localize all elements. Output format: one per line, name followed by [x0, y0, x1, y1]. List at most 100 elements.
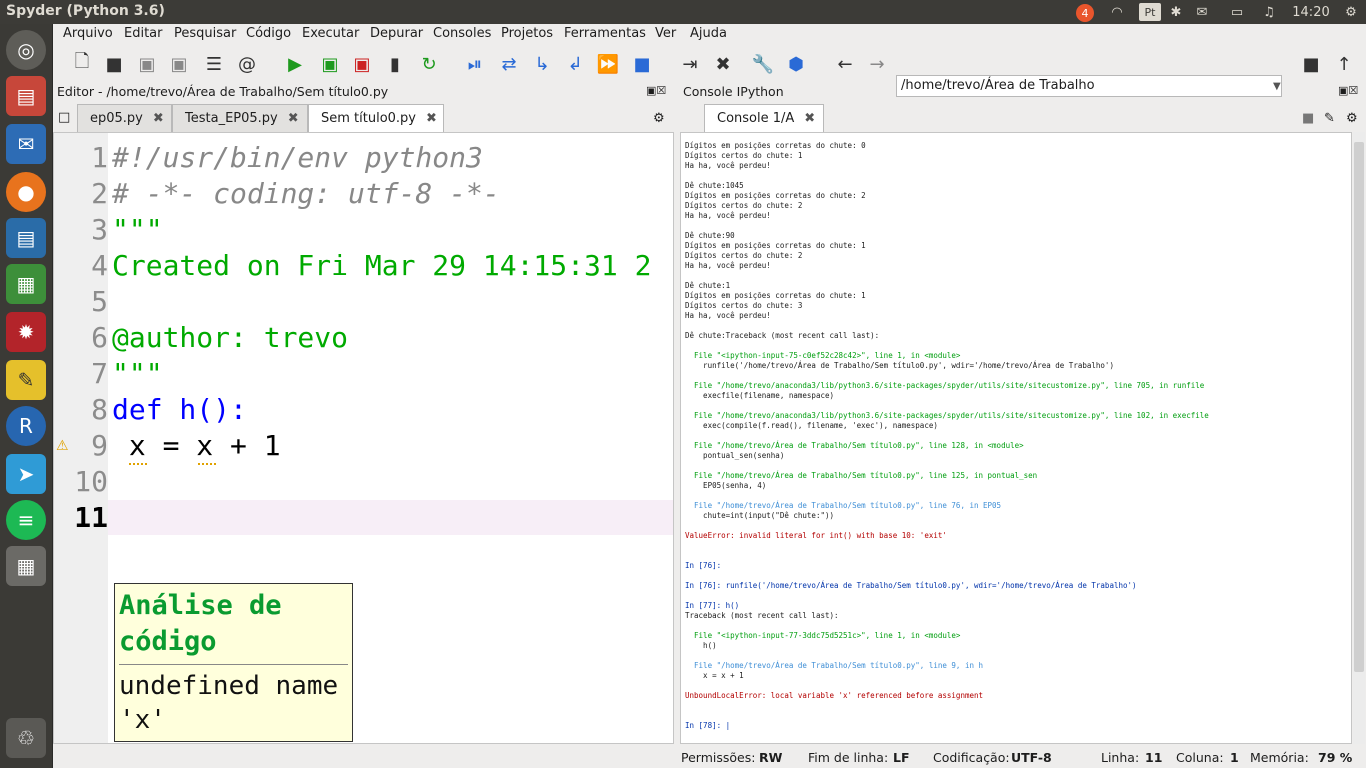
menu-pesquisar[interactable]: Pesquisar [174, 26, 236, 41]
python-path-icon[interactable]: ⬢ [784, 52, 808, 76]
notification-badge[interactable]: 4 [1076, 4, 1094, 22]
console-scrollbar[interactable] [1353, 132, 1365, 744]
console-line: Ha ha, você perdeu! [685, 311, 771, 320]
browse-folder-icon[interactable]: ■ [1299, 52, 1323, 76]
stop-icon[interactable]: ■ [630, 52, 654, 76]
working-directory-input[interactable]: /home/trevo/Área de Trabalho [896, 75, 1282, 97]
mail-icon[interactable]: ✉ [1192, 2, 1212, 22]
gear-icon[interactable]: ⚙ [1342, 2, 1360, 22]
bluetooth-icon[interactable]: ✱ [1168, 2, 1184, 22]
menu-ver[interactable]: Ver [655, 26, 676, 41]
clear-console-icon[interactable]: ✎ [1322, 104, 1340, 132]
spyder-icon[interactable]: ✹ [6, 312, 46, 352]
menu-arquivo[interactable]: Arquivo [63, 26, 113, 41]
console-line: File "/home/trevo/Área de Trabalho/Sem t… [685, 471, 1038, 480]
tab-sem-titulo0[interactable]: Sem título0.py ✖ [308, 104, 444, 133]
memory-label: Memória: [1250, 750, 1309, 765]
tab-console-1a[interactable]: Console 1/A ✖ [704, 104, 824, 133]
clock[interactable]: 14:20 [1290, 2, 1332, 22]
window-title: Spyder (Python 3.6) [6, 3, 165, 19]
thunderbird-icon[interactable]: ✉ [6, 124, 46, 164]
close-icon[interactable]: ✖ [426, 111, 437, 126]
continue-icon[interactable]: ⏩ [596, 52, 620, 76]
telegram-icon[interactable]: ➤ [6, 454, 46, 494]
folder-icon[interactable]: □ [55, 104, 77, 132]
close-icon[interactable]: ✖ [153, 111, 164, 126]
editor-tabs: □ ep05.py ✖ Testa_EP05.py ✖ Sem título0.py… [53, 104, 674, 133]
interrupt-kernel-icon[interactable]: ■ [1300, 104, 1318, 132]
code-line-8: def h(): [112, 393, 247, 426]
menu-executar[interactable]: Executar [302, 26, 359, 41]
open-file-icon[interactable]: ■ [102, 52, 126, 76]
close-icon[interactable]: ✖ [288, 111, 299, 126]
menu-editar[interactable]: Editar [124, 26, 163, 41]
close-icon[interactable]: ✖ [804, 111, 815, 126]
encoding-label: Codificação: [933, 750, 1010, 765]
ipython-console[interactable]: Dígitos em posições corretas do chute: 0… [680, 132, 1352, 744]
maximize-pane-icon[interactable]: ⇥ [678, 52, 702, 76]
parent-dir-icon[interactable]: ↑ [1332, 52, 1356, 76]
files-icon[interactable]: ▤ [6, 76, 46, 116]
console-line: File "/home/trevo/anaconda3/lib/python3.… [685, 381, 1205, 390]
run-cell-icon[interactable]: ▣ [318, 52, 342, 76]
scrollbar-thumb[interactable] [1354, 142, 1364, 672]
forward-arrow-icon[interactable]: → [865, 52, 889, 76]
menu-projetos[interactable]: Projetos [501, 26, 553, 41]
run-icon[interactable]: ▶ [283, 52, 307, 76]
menu-consoles[interactable]: Consoles [433, 26, 491, 41]
console-line: Dígitos certos do chute: 3 [685, 301, 803, 310]
new-file-icon[interactable]: 🗋 [70, 51, 94, 76]
calc-icon[interactable]: ▦ [6, 264, 46, 304]
wifi-icon[interactable]: ◠ [1107, 2, 1127, 22]
at-icon[interactable]: @ [235, 52, 259, 76]
perm-label: Permissões: [681, 750, 756, 765]
spotify-icon[interactable]: ≡ [6, 500, 46, 540]
preferences-icon[interactable]: 🔧 [751, 52, 775, 76]
menu-ajuda[interactable]: Ajuda [690, 26, 727, 41]
debug-icon[interactable]: ⏯ [463, 52, 487, 76]
step-into-icon[interactable]: ↳ [530, 52, 554, 76]
console-line: pontual_sen(senha) [685, 451, 785, 460]
calculator-icon[interactable]: ▦ [6, 546, 46, 586]
code-line-9: x = x + 1 [112, 429, 281, 462]
console-line: exec(compile(f.read(), filename, 'exec')… [685, 421, 938, 430]
code-line-4: Created on Fri Mar 29 14:15:31 2 [112, 249, 652, 282]
save-all-icon[interactable]: ▣ [167, 52, 191, 76]
fullscreen-icon[interactable]: ✖ [711, 52, 735, 76]
tab-testa-ep05[interactable]: Testa_EP05.py ✖ [172, 104, 308, 132]
step-icon[interactable]: ⇄ [497, 52, 521, 76]
menu-depurar[interactable]: Depurar [370, 26, 423, 41]
chevron-down-icon[interactable]: ▼ [1273, 75, 1282, 97]
warning-icon[interactable]: ⚠ [56, 438, 69, 454]
r-icon[interactable]: R [6, 406, 46, 446]
ubuntu-dash-icon[interactable]: ◎ [6, 30, 46, 70]
save-icon[interactable]: ▣ [135, 52, 159, 76]
rerun-icon[interactable]: ↻ [417, 52, 441, 76]
writer-icon[interactable]: ▤ [6, 218, 46, 258]
editor-options-icon[interactable]: ⚙ [651, 104, 671, 132]
run-selection-icon[interactable]: ▮ [383, 52, 407, 76]
console-options-icon[interactable]: ⚙ [1344, 104, 1364, 132]
run-cell-advance-icon[interactable]: ▣ [350, 52, 374, 76]
line-number: 7 [91, 357, 108, 390]
console-line: In [77]: h() [685, 601, 740, 610]
outline-icon[interactable]: ☰ [202, 52, 226, 76]
code-editor[interactable]: 1 2 3 4 5 6 7 8 9 10 11 ⚠ #!/usr/bin/env… [53, 132, 674, 744]
notes-icon[interactable]: ✎ [6, 360, 46, 400]
back-arrow-icon[interactable]: ← [833, 52, 857, 76]
console-undock-icons[interactable]: ▣☒ [1338, 84, 1358, 97]
editor-undock-icons[interactable]: ▣☒ [646, 84, 666, 97]
step-return-icon[interactable]: ↲ [563, 52, 587, 76]
line-number: 3 [91, 213, 108, 246]
volume-icon[interactable]: ♫ [1259, 2, 1279, 22]
perm-value: RW [759, 750, 783, 765]
keyboard-layout[interactable]: Pt [1139, 3, 1161, 21]
menu-codigo[interactable]: Código [246, 26, 291, 41]
trash-icon[interactable]: ♲ [6, 718, 46, 758]
console-line: Ha ha, você perdeu! [685, 161, 771, 170]
tab-ep05[interactable]: ep05.py ✖ [77, 104, 172, 132]
console-line: File "/home/trevo/anaconda3/lib/python3.… [685, 411, 1209, 420]
menu-ferramentas[interactable]: Ferramentas [564, 26, 646, 41]
firefox-icon[interactable]: ● [6, 172, 46, 212]
battery-icon[interactable]: ▭ [1225, 2, 1249, 22]
